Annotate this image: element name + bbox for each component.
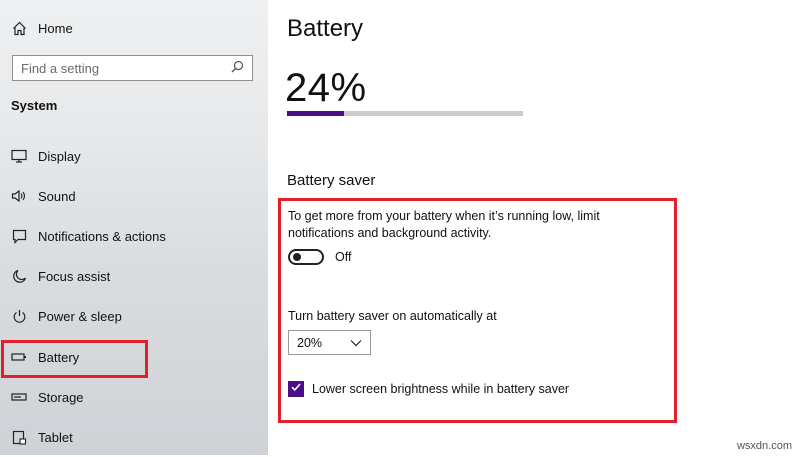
power-icon xyxy=(11,308,27,324)
home-icon xyxy=(11,20,27,36)
sidebar-item-sound[interactable]: Sound xyxy=(0,176,268,216)
battery-level-bar xyxy=(287,111,523,116)
home-nav-item[interactable]: Home xyxy=(0,8,268,48)
monitor-icon xyxy=(11,148,27,164)
section-label: System xyxy=(11,98,58,113)
sidebar-item-power-sleep[interactable]: Power & sleep xyxy=(0,296,268,336)
sidebar: Home Find a setting System Display Sound… xyxy=(0,0,268,455)
sidebar-item-tablet[interactable]: Tablet xyxy=(0,417,268,457)
sidebar-item-display[interactable]: Display xyxy=(0,136,268,176)
sidebar-item-label: Storage xyxy=(38,389,84,405)
sidebar-item-label: Notifications & actions xyxy=(38,228,166,244)
storage-icon xyxy=(11,389,27,405)
battery-level-fill xyxy=(287,111,344,116)
speaker-icon xyxy=(11,188,27,204)
battery-highlight-box xyxy=(1,340,148,378)
tablet-icon xyxy=(11,429,27,445)
notifications-icon xyxy=(11,228,27,244)
battery-saver-highlight-box xyxy=(278,198,677,423)
sidebar-item-label: Power & sleep xyxy=(38,308,122,324)
sidebar-item-label: Tablet xyxy=(38,429,73,445)
sidebar-item-focus-assist[interactable]: Focus assist xyxy=(0,256,268,296)
sidebar-item-label: Display xyxy=(38,148,81,164)
sidebar-item-storage[interactable]: Storage xyxy=(0,377,268,417)
sidebar-item-label: Sound xyxy=(38,188,76,204)
page-title: Battery xyxy=(287,15,364,42)
battery-saver-heading: Battery saver xyxy=(287,172,376,189)
search-placeholder: Find a setting xyxy=(21,60,100,76)
battery-percentage: 24% xyxy=(285,66,367,110)
home-label: Home xyxy=(38,20,73,36)
moon-icon xyxy=(11,268,27,284)
sidebar-item-notifications[interactable]: Notifications & actions xyxy=(0,216,268,256)
search-icon xyxy=(231,60,244,76)
watermark: wsxdn.com xyxy=(736,440,792,452)
search-input[interactable]: Find a setting xyxy=(12,55,253,81)
sidebar-item-label: Focus assist xyxy=(38,268,111,284)
